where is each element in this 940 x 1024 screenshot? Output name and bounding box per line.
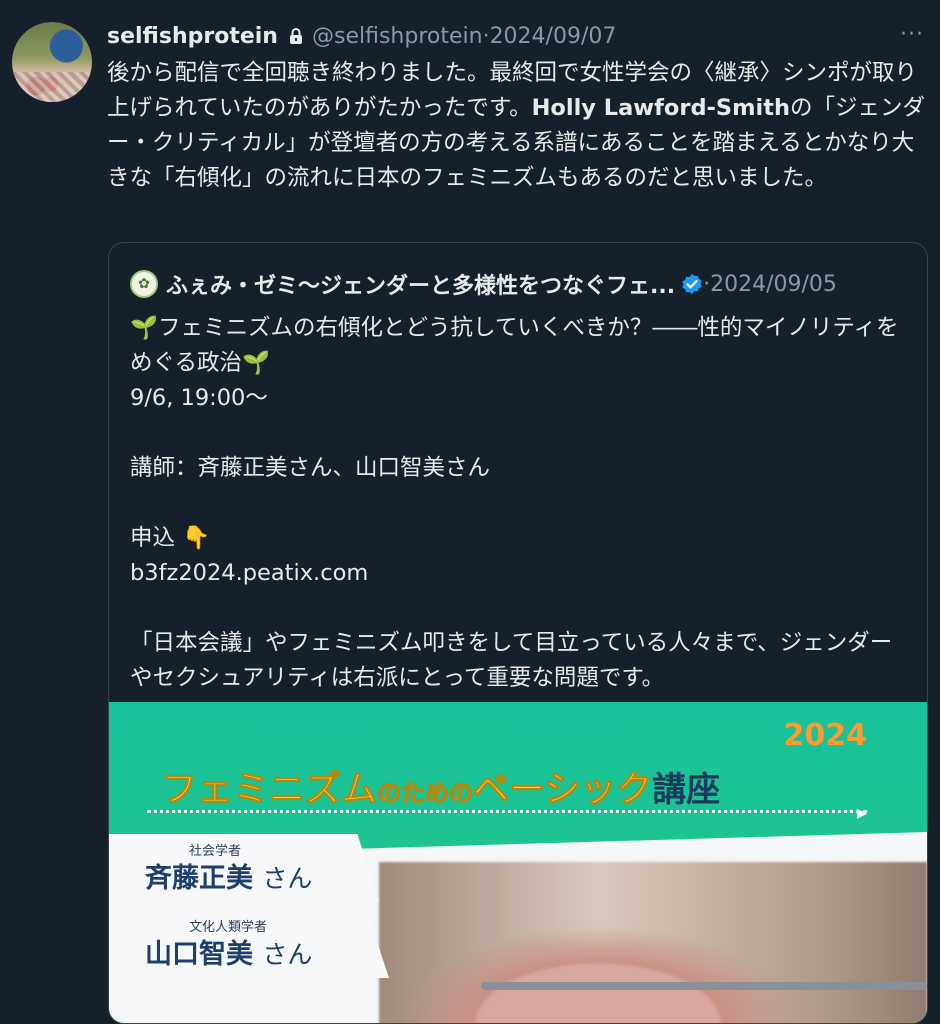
tweet-header: selfishprotein @selfishprotein · 2024/09…	[107, 22, 616, 50]
quoted-author-name[interactable]: ふぇみ・ゼミ〜ジェンダーと多様性をつなぐフェ...	[166, 268, 675, 300]
speaker-card-2: 文化人類学者 山口智美 さん	[109, 910, 389, 978]
speaker2-name: 山口智美 さん	[145, 932, 312, 971]
pointing-down-emoji: 👇	[182, 525, 211, 551]
speaker-photo	[379, 862, 927, 1023]
horizontal-scrollbar[interactable]	[481, 982, 927, 990]
seedling-emoji: 🌱	[242, 350, 271, 376]
image-title-part1: フェミニズム	[160, 769, 378, 811]
quote-line-2: 9/6, 19:00〜	[130, 385, 268, 411]
quoted-tweet-date[interactable]: 2024/09/05	[710, 272, 837, 297]
more-options-icon[interactable]: ···	[900, 22, 924, 47]
arrow-right-icon: ▸	[857, 800, 868, 824]
quoted-tweet-image[interactable]: 2024 フェミニズムのためのベーシック講座 ▸ 社会学者 斉藤正美 さん 文化…	[109, 702, 927, 1023]
image-title-part3: ベーシック	[473, 769, 653, 811]
dotted-divider	[147, 810, 867, 813]
quote-line-6: 「日本会議」やフェミニズム叩きをして目立っている人々まで、ジェンダーやセクシュア…	[130, 630, 893, 691]
image-title-part4: 講座	[652, 770, 721, 810]
tweet-text: 後から配信で全回聴き終わりました。最終回で女性学会の〈継承〉シンポが取り上げられ…	[107, 56, 927, 196]
speaker-card-1: 社会学者 斉藤正美 さん	[109, 834, 379, 902]
image-year: 2024	[783, 718, 868, 753]
quoted-tweet-text: 🌱フェミニズムの右傾化とどう抗していくべきか？――性的マイノリティをめぐる政治🌱…	[130, 311, 910, 696]
quoted-author-avatar[interactable]: ✿	[130, 270, 158, 298]
quoted-tweet[interactable]: ✿ ふぇみ・ゼミ〜ジェンダーと多様性をつなぐフェ... · 2024/09/05…	[108, 242, 928, 1024]
tweet-date[interactable]: 2024/09/07	[490, 24, 617, 49]
speaker2-name-text: 山口智美	[145, 939, 253, 970]
image-title-part2: のための	[377, 779, 474, 808]
separator-dot: ·	[482, 23, 490, 49]
speaker1-name-text: 斉藤正美	[145, 863, 253, 894]
author-handle[interactable]: @selfishprotein	[312, 24, 483, 49]
author-avatar[interactable]	[12, 22, 92, 102]
quote-link[interactable]: b3fz2024.peatix.com	[130, 560, 368, 586]
quote-line-4: 申込	[130, 525, 176, 551]
seedling-emoji: 🌱	[130, 315, 159, 341]
author-name[interactable]: selfishprotein	[107, 24, 278, 49]
quoted-separator-dot: ·	[703, 271, 711, 297]
lock-icon	[289, 28, 302, 44]
quote-line-3: 講師：斉藤正美さん、山口智美さん	[130, 455, 491, 481]
image-title: フェミニズムのためのベーシック講座	[160, 760, 721, 812]
tweet-text-bold-name: Holly Lawford-Smith	[531, 95, 791, 121]
speaker2-honorific: さん	[262, 940, 313, 969]
verified-badge-icon	[682, 274, 702, 294]
speaker1-name: 斉藤正美 さん	[145, 856, 312, 895]
speaker1-honorific: さん	[262, 864, 313, 893]
quoted-tweet-header: ✿ ふぇみ・ゼミ〜ジェンダーと多様性をつなぐフェ... · 2024/09/05	[130, 268, 837, 300]
